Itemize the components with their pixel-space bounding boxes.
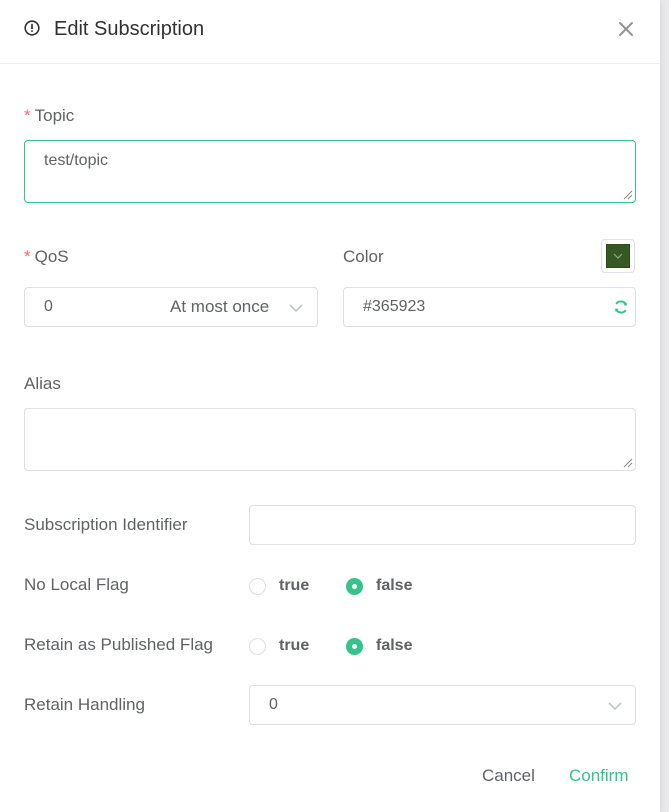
topic-label: * Topic — [24, 105, 74, 127]
alias-label: Alias — [24, 374, 61, 393]
refresh-icon[interactable] — [613, 299, 629, 315]
required-mark: * — [24, 106, 31, 125]
topic-textarea[interactable]: test/topic — [24, 140, 636, 203]
retain-as-published-false-label[interactable]: false — [376, 636, 412, 656]
qos-label: * QoS — [24, 246, 69, 268]
required-mark: * — [24, 247, 31, 266]
qos-value: 0 — [44, 298, 53, 315]
topic-label-text: Topic — [34, 106, 75, 125]
confirm-button[interactable]: Confirm — [569, 766, 629, 786]
color-value: #365923 — [363, 298, 426, 315]
dialog-title: Edit Subscription — [54, 18, 205, 40]
retain-as-published-false-radio[interactable] — [346, 638, 363, 655]
retain-as-published-true-radio[interactable] — [249, 638, 266, 655]
color-swatch — [606, 244, 630, 268]
color-input[interactable]: #365923 — [343, 287, 636, 327]
retain-handling-label: Retain Handling — [24, 695, 145, 714]
color-label: Color — [343, 247, 384, 266]
cancel-button[interactable]: Cancel — [482, 766, 535, 786]
dialog-header: Edit Subscription — [0, 0, 660, 64]
subscription-identifier-input[interactable] — [249, 505, 636, 545]
topic-value: test/topic — [44, 152, 109, 169]
qos-label-text: QoS — [34, 247, 69, 266]
no-local-true-label[interactable]: true — [279, 576, 309, 596]
chevron-down-icon — [613, 253, 623, 259]
chevron-down-icon — [289, 304, 303, 313]
no-local-false-radio[interactable] — [346, 578, 363, 595]
resize-grip-icon[interactable] — [623, 458, 633, 468]
close-icon[interactable] — [617, 20, 635, 38]
retain-as-published-true-label[interactable]: true — [279, 636, 309, 656]
retain-as-published-label: Retain as Published Flag — [24, 635, 214, 654]
color-picker-button[interactable] — [601, 239, 635, 273]
alias-textarea[interactable] — [24, 408, 636, 471]
no-local-true-radio[interactable] — [249, 578, 266, 595]
resize-grip-icon[interactable] — [623, 190, 633, 200]
edit-subscription-dialog: Edit Subscription * Topic test/topic * QoS… — [0, 0, 660, 812]
qos-description: At most once — [170, 297, 270, 316]
retain-handling-select[interactable]: 0 — [249, 685, 636, 725]
no-local-false-label[interactable]: false — [376, 576, 412, 596]
no-local-flag-label: No Local Flag — [24, 575, 129, 594]
subscription-identifier-label: Subscription Identifier — [24, 515, 188, 534]
info-circle-icon — [24, 20, 40, 36]
qos-select[interactable]: 0 At most once — [24, 287, 318, 327]
chevron-down-icon — [608, 702, 622, 711]
retain-handling-value: 0 — [269, 696, 278, 713]
